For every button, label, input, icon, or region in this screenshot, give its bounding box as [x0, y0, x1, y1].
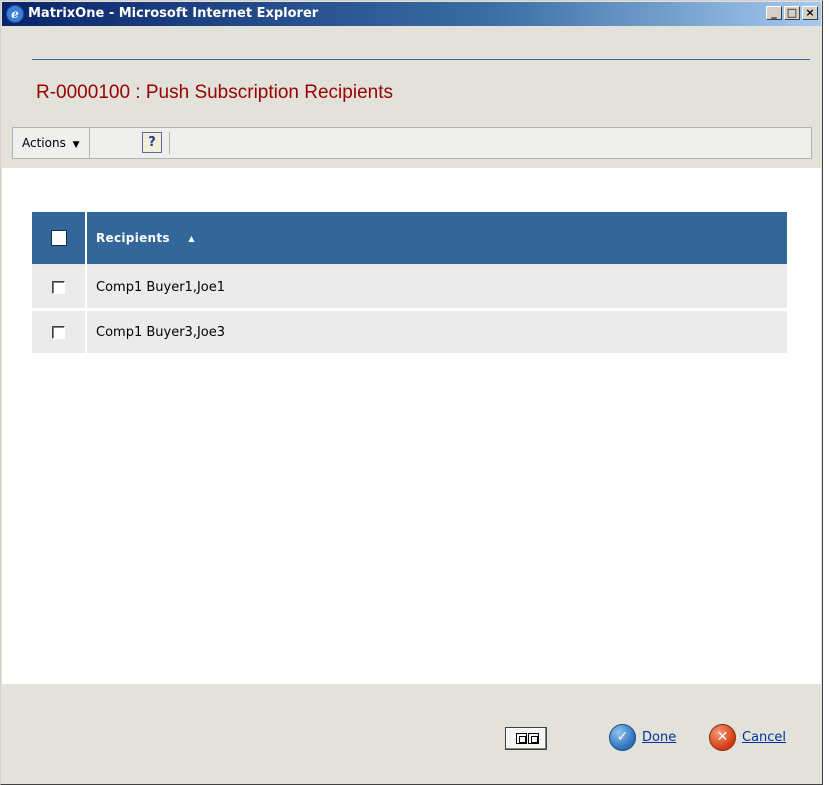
check-icon: ✓	[609, 723, 636, 751]
done-button[interactable]: ✓ Done	[609, 721, 676, 753]
pane-icon	[528, 733, 539, 744]
window-titlebar[interactable]: e MatrixOne - Microsoft Internet Explore…	[2, 2, 821, 26]
window-controls: _ □ ×	[764, 6, 818, 20]
row-select-cell	[32, 266, 87, 311]
recipient-name: Comp1 Buyer3,Joe3	[87, 311, 787, 356]
toolbar: Actions ▼ ?	[12, 127, 812, 159]
row-checkbox[interactable]	[52, 280, 65, 294]
toolbar-separator	[169, 132, 170, 154]
chevron-down-icon: ▼	[72, 140, 80, 150]
row-select-cell	[32, 311, 87, 356]
maximize-button[interactable]: □	[784, 6, 800, 20]
sort-ascending-icon[interactable]: ▲	[188, 234, 194, 243]
select-all-cell	[32, 212, 87, 266]
table-row: Comp1 Buyer3,Joe3	[32, 311, 787, 356]
dialog-footer: ✓ Done ✕ Cancel	[2, 684, 821, 784]
actions-menu-button[interactable]: Actions ▼	[13, 128, 90, 158]
recipients-header-label: Recipients	[96, 231, 170, 245]
layout-toggle-button[interactable]	[505, 727, 547, 750]
recipients-table: Recipients ▲ Comp1 Buyer1,Joe1 Comp1 Buy…	[32, 212, 787, 356]
table-header-row: Recipients ▲	[32, 212, 787, 266]
close-button[interactable]: ×	[802, 6, 818, 20]
browser-window: e MatrixOne - Microsoft Internet Explore…	[0, 0, 823, 785]
minimize-button[interactable]: _	[766, 6, 782, 20]
page-header: R-0000100 : Push Subscription Recipients…	[2, 26, 821, 168]
row-checkbox[interactable]	[52, 325, 65, 339]
actions-label: Actions	[22, 136, 66, 150]
x-icon: ✕	[709, 723, 736, 751]
header-divider	[32, 59, 810, 60]
done-link[interactable]: Done	[642, 730, 676, 745]
window-title: MatrixOne - Microsoft Internet Explorer	[28, 6, 319, 21]
select-all-checkbox[interactable]	[51, 230, 67, 246]
pane-icon	[516, 733, 527, 744]
help-icon[interactable]: ?	[142, 132, 162, 153]
cancel-button[interactable]: ✕ Cancel	[709, 721, 786, 753]
page-title: R-0000100 : Push Subscription Recipients	[36, 82, 393, 103]
table-row: Comp1 Buyer1,Joe1	[32, 266, 787, 311]
recipient-name: Comp1 Buyer1,Joe1	[87, 266, 787, 311]
cancel-link[interactable]: Cancel	[742, 730, 786, 745]
recipients-column-header[interactable]: Recipients ▲	[87, 212, 787, 266]
internet-explorer-icon: e	[6, 5, 24, 23]
content-area: Recipients ▲ Comp1 Buyer1,Joe1 Comp1 Buy…	[2, 168, 821, 684]
